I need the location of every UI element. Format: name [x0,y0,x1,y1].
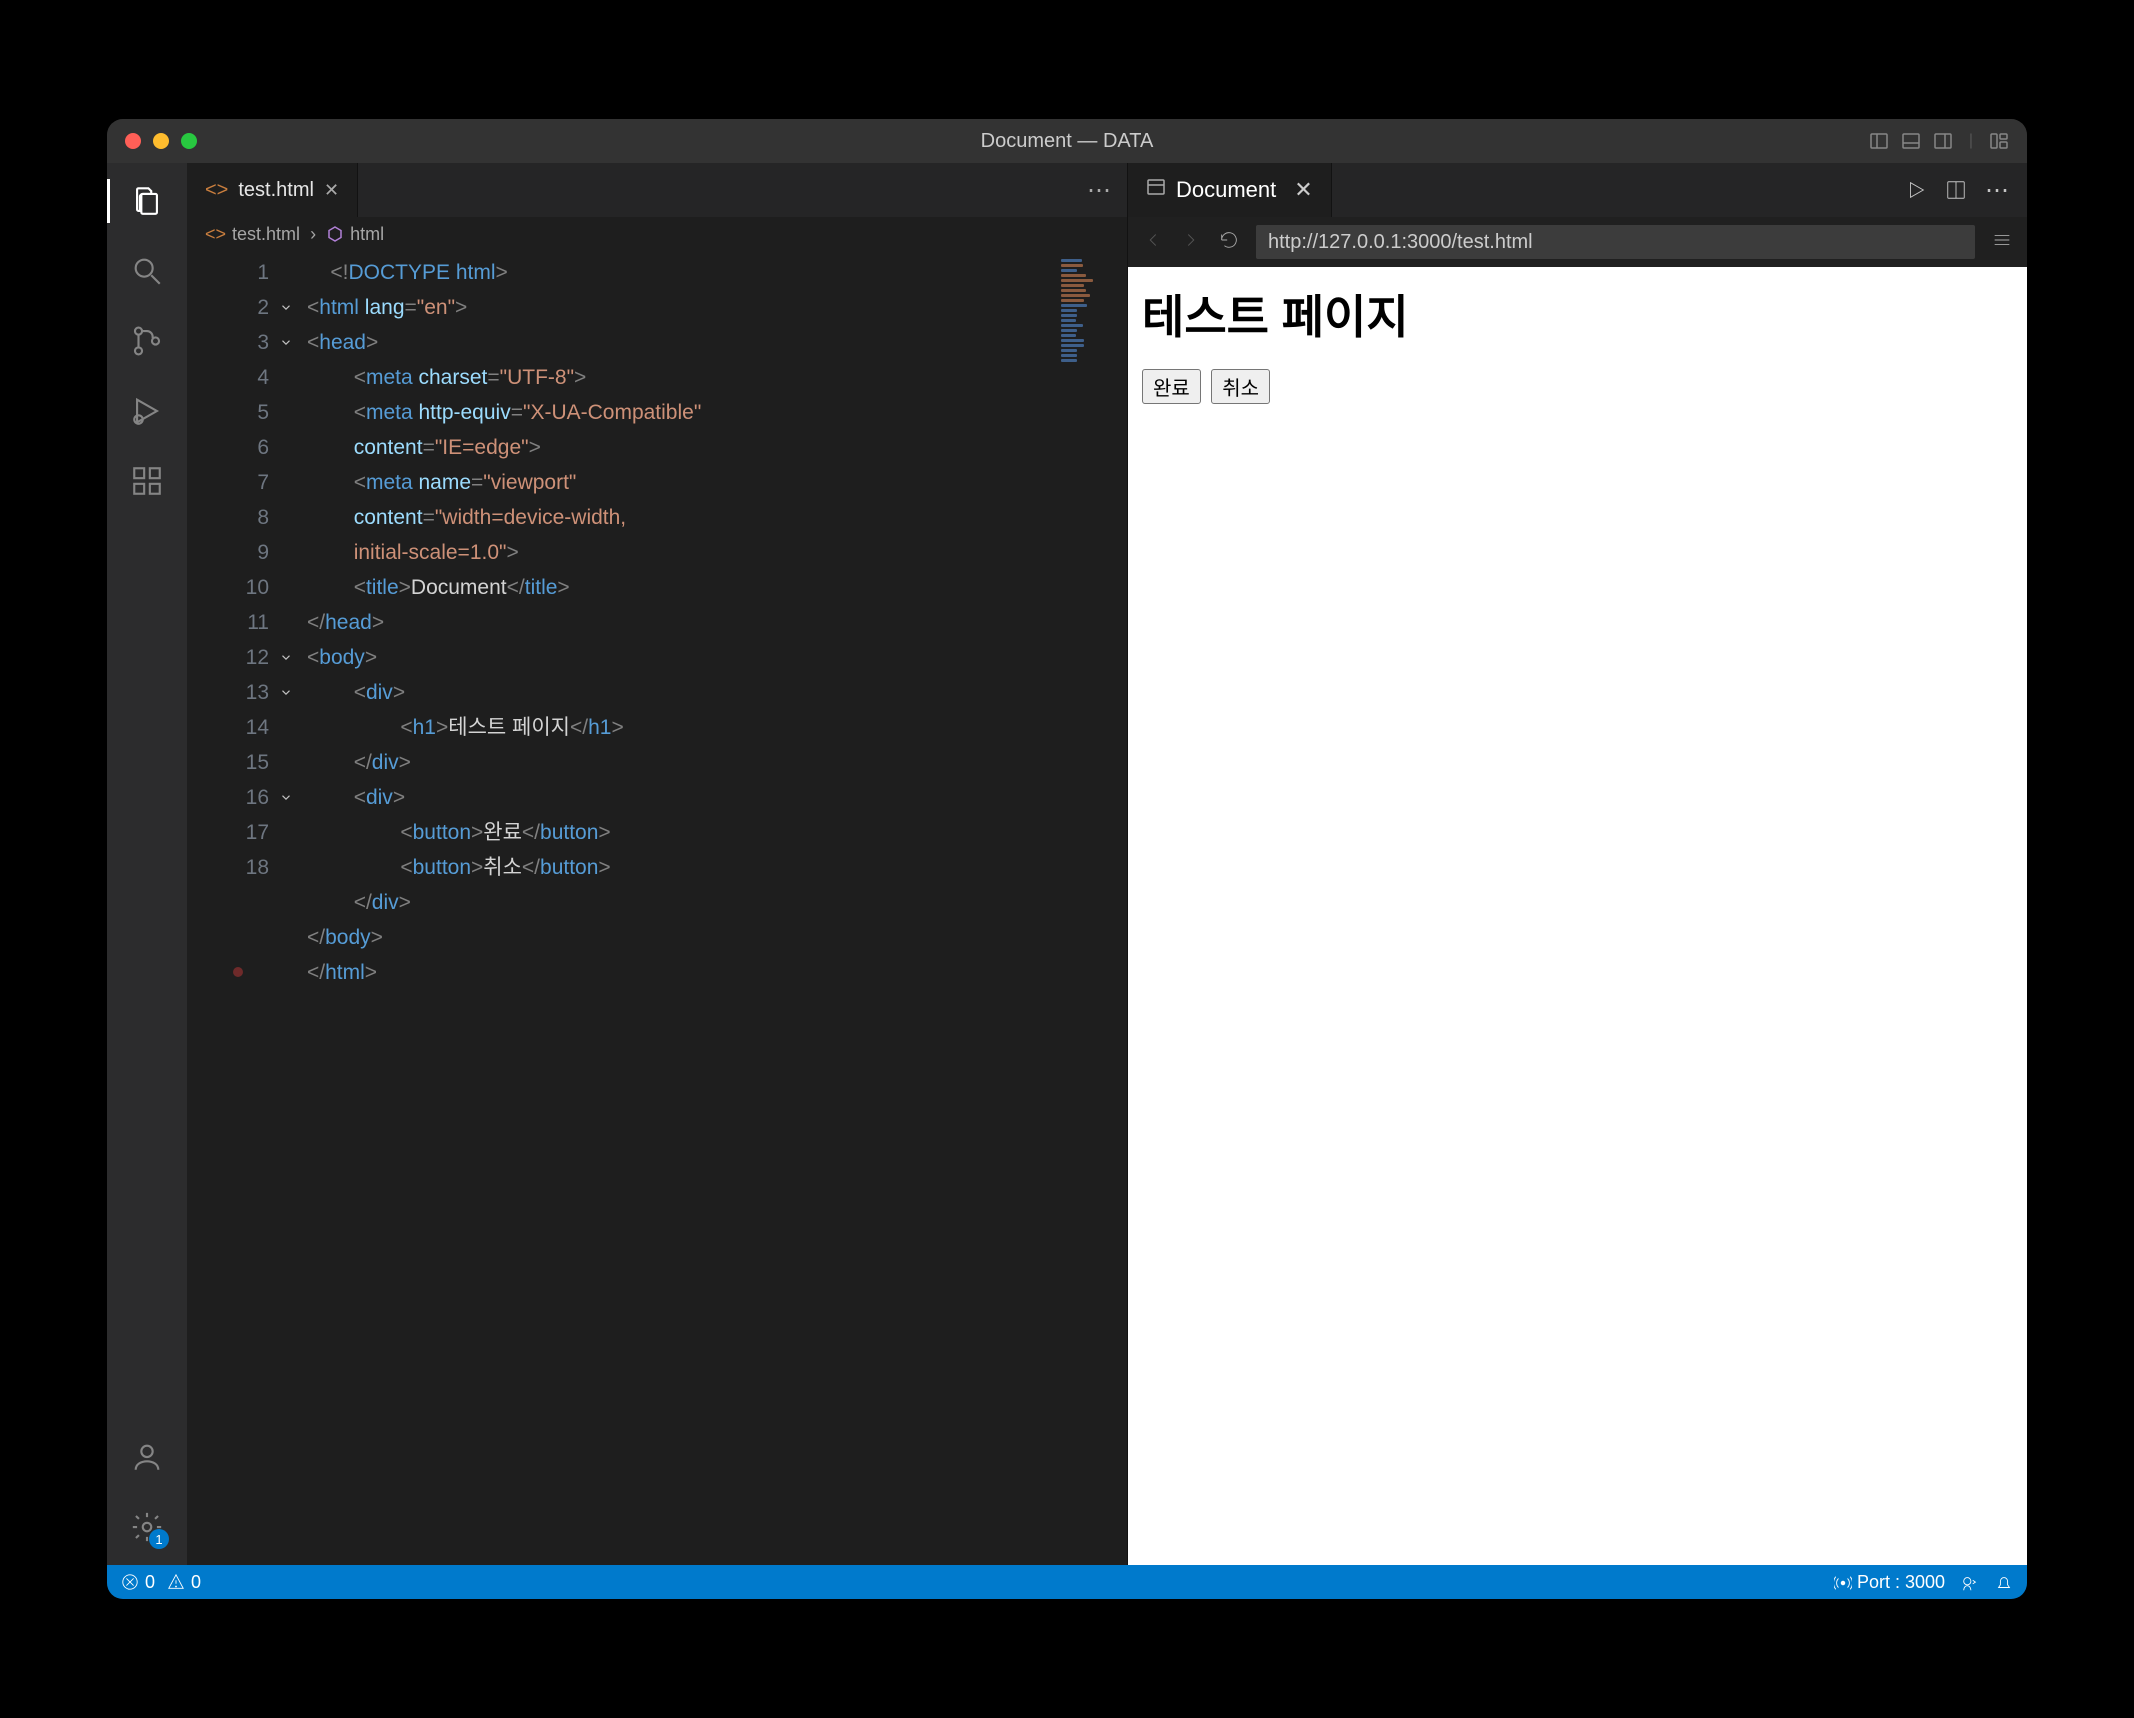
extensions-icon[interactable] [127,461,167,501]
vscode-window: Document — DATA | 1 <> [107,119,2027,1599]
preview-tab-label: Document [1176,177,1276,203]
panel-right-icon[interactable] [1933,131,1953,151]
breadcrumb-symbol[interactable]: html [326,224,384,245]
settings-gear-icon[interactable]: 1 [127,1507,167,1547]
split-editor-icon[interactable] [1945,179,1967,201]
tab-test-html[interactable]: <> test.html ✕ [187,163,358,217]
editor-group: <> test.html ✕ ⋯ <> test.html › html 123… [187,163,1127,1565]
account-icon[interactable] [127,1437,167,1477]
warning-count: 0 [191,1572,201,1593]
html-file-icon: <> [205,179,228,202]
titlebar-actions: | [1869,131,2009,151]
preview-pane: Document ✕ ⋯ http://127.0.0.1:3000/test.… [1127,163,2027,1565]
port-label: Port : 3000 [1857,1572,1945,1592]
tab-label: test.html [238,179,314,202]
preview-actions: ⋯ [1887,163,2027,217]
panel-left-icon[interactable] [1869,131,1889,151]
minimap[interactable] [1055,251,1127,1565]
url-input[interactable]: http://127.0.0.1:3000/test.html [1256,225,1975,259]
menu-icon[interactable] [1991,229,2013,256]
button-row: 완료 취소 [1142,369,2013,404]
line-numbers: 123456789101112131415161718 [187,251,279,1565]
search-icon[interactable] [127,251,167,291]
play-icon[interactable] [1905,179,1927,201]
settings-badge: 1 [149,1529,169,1549]
close-icon[interactable]: ✕ [324,180,339,201]
explorer-icon[interactable] [127,181,167,221]
url-bar: http://127.0.0.1:3000/test.html [1128,217,2027,267]
breadcrumb-file[interactable]: <> test.html [205,224,300,245]
code-content[interactable]: <!DOCTYPE html><html lang="en"><head> <m… [307,251,1055,1565]
maximize-window-button[interactable] [181,133,197,149]
tab-actions[interactable]: ⋯ [1071,163,1127,217]
preview-tab[interactable]: Document ✕ [1128,163,1332,217]
breadcrumb[interactable]: <> test.html › html [187,217,1127,251]
cancel-button[interactable]: 취소 [1211,369,1270,404]
fold-gutter[interactable] [279,251,307,1565]
code-editor[interactable]: 123456789101112131415161718 <!DOCTYPE ht… [187,251,1127,1565]
window-title: Document — DATA [981,130,1154,153]
error-count: 0 [145,1572,155,1593]
run-debug-icon[interactable] [127,391,167,431]
preview-content: 테스트 페이지 완료 취소 [1128,267,2027,1565]
back-button[interactable] [1142,229,1164,256]
close-window-button[interactable] [125,133,141,149]
close-icon[interactable]: ✕ [1294,177,1312,203]
activity-bar: 1 [107,163,187,1565]
page-heading: 테스트 페이지 [1142,281,2013,347]
browser-preview-icon [1146,177,1166,203]
status-problems[interactable]: 0 0 [121,1572,201,1593]
port-status[interactable]: Port : 3000 [1834,1572,1945,1593]
chevron-right-icon: › [310,224,316,245]
preview-tabbar: Document ✕ ⋯ [1128,163,2027,217]
divider: | [1969,132,1973,150]
traffic-lights [125,133,197,149]
feedback-icon[interactable] [1961,1572,1979,1593]
minimize-window-button[interactable] [153,133,169,149]
panel-bottom-icon[interactable] [1901,131,1921,151]
reload-button[interactable] [1218,229,1240,256]
titlebar: Document — DATA | [107,119,2027,163]
status-right: Port : 3000 [1834,1572,2013,1593]
notifications-icon[interactable] [1995,1572,2013,1593]
complete-button[interactable]: 완료 [1142,369,1201,404]
editor-tabbar: <> test.html ✕ ⋯ [187,163,1127,217]
forward-button[interactable] [1180,229,1202,256]
status-bar: 0 0 Port : 3000 [107,1565,2027,1599]
layout-icon[interactable] [1989,131,2009,151]
more-icon[interactable]: ⋯ [1985,176,2009,205]
source-control-icon[interactable] [127,321,167,361]
